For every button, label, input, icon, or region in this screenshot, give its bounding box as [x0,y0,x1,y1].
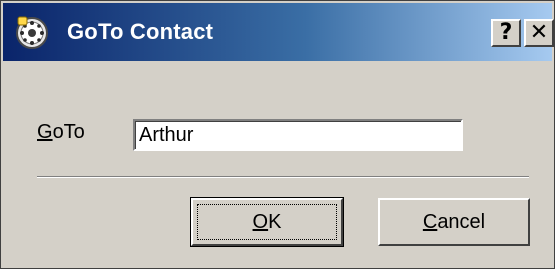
help-button[interactable]: ? [491,19,521,47]
cancel-mnemonic: C [422,211,438,233]
close-button[interactable]: ✕ [524,19,554,47]
goto-label-text: oTo [52,121,85,143]
goto-label-mnemonic: G [37,121,53,143]
cancel-label-rest: ancel [437,211,486,233]
dialog-title: GoTo Contact [67,19,214,44]
cancel-button-label: Cancel [423,211,485,233]
cancel-button[interactable]: Cancel [378,198,530,246]
goto-input[interactable] [133,119,463,151]
ok-button-label: OK [253,211,282,233]
ok-label-rest: K [268,211,282,233]
contact-app-icon [16,16,48,49]
goto-label: GoTo [37,121,85,144]
goto-contact-dialog: GoTo Contact ? ✕ GoTo OK Cancel [0,0,555,269]
title-bar[interactable]: GoTo Contact ? ✕ [3,3,554,61]
separator [37,176,529,178]
ok-button[interactable]: OK [190,197,344,247]
ok-mnemonic: O [252,211,269,233]
